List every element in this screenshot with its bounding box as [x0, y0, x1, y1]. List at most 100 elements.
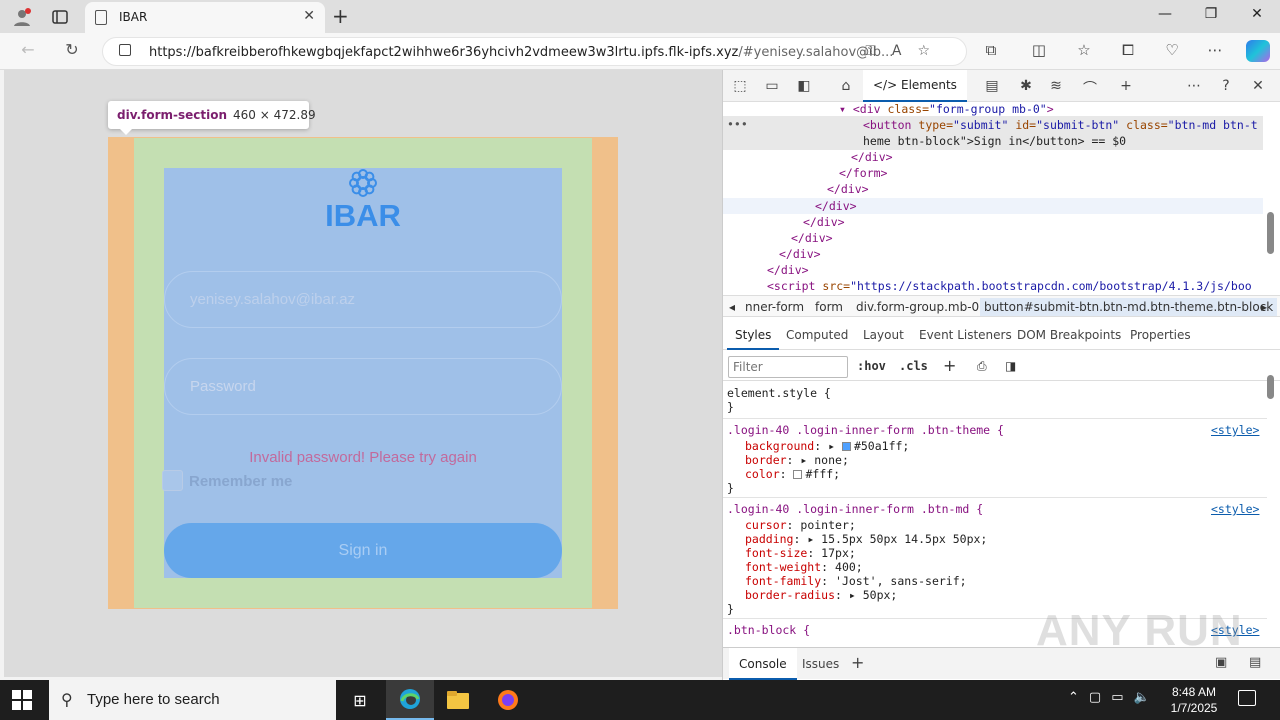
css-property[interactable]: cursor: pointer; [745, 518, 856, 532]
rule-selector[interactable]: .login-40 .login-inner-form .btn-theme { [727, 423, 1004, 437]
breadcrumb-scroll-left-icon[interactable]: ◂ [729, 300, 735, 314]
css-property[interactable]: padding: ▸ 15.5px 50px 14.5px 50px; [745, 532, 987, 546]
notification-icon[interactable] [1238, 690, 1256, 706]
edge-taskbar-icon[interactable] [386, 680, 434, 720]
copilot-icon[interactable] [1246, 40, 1270, 62]
css-property[interactable]: border: ▸ none; [745, 453, 849, 467]
breadcrumb-item[interactable]: form [815, 300, 843, 314]
css-property[interactable]: background: ▸ #50a1ff; [745, 439, 909, 453]
add-drawer-tab-icon[interactable]: + [851, 653, 864, 672]
help-icon[interactable]: ? [1215, 78, 1237, 94]
dom-line[interactable]: </div> [767, 262, 809, 278]
read-aloud-icon[interactable]: A [892, 43, 918, 59]
close-devtools-icon[interactable]: ✕ [1247, 78, 1269, 94]
tab-issues[interactable]: Issues [802, 657, 839, 671]
breadcrumb-scroll-right-icon[interactable]: ▸ [1261, 300, 1267, 314]
browser-tab[interactable]: IBAR ✕ [85, 2, 325, 33]
rule-selector[interactable]: .btn-block { [727, 623, 810, 637]
profile-icon[interactable] [10, 5, 34, 29]
password-field[interactable] [164, 358, 562, 415]
tab-actions-icon[interactable] [48, 5, 72, 29]
key-icon[interactable]: ⚿ [865, 43, 892, 59]
collections-icon[interactable]: ⧠ [1116, 41, 1140, 59]
rule-selector[interactable]: .login-40 .login-inner-form .btn-md { [727, 502, 983, 516]
back-icon[interactable]: ← [16, 40, 40, 59]
class-toggle-button[interactable]: .cls [899, 359, 928, 373]
remember-me-label[interactable]: Remember me [189, 473, 292, 490]
css-property[interactable]: font-family: 'Jost', sans-serif; [745, 574, 967, 588]
devtools-more-icon[interactable]: ⋯ [1183, 78, 1205, 94]
css-property[interactable]: border-radius: ▸ 50px; [745, 588, 897, 602]
dom-line[interactable]: </div> [791, 230, 833, 246]
task-view-icon[interactable]: ⊞ [336, 680, 384, 720]
css-property[interactable]: font-weight: 400; [745, 560, 863, 574]
console-error-icon[interactable]: ▤ [981, 78, 1003, 94]
tab-console[interactable]: Console [729, 648, 797, 680]
color-swatch-icon[interactable] [841, 442, 851, 451]
breadcrumb-item-active[interactable]: button#submit-btn.btn-md.btn-theme.btn-b… [980, 298, 1278, 316]
toggle-sidebar-icon[interactable]: ◨ [1005, 359, 1016, 373]
browser-essentials-icon[interactable]: ♡ [1160, 41, 1184, 59]
dock-side-icon[interactable]: ◧ [793, 78, 815, 94]
color-palette-icon[interactable]: ⎙ [977, 359, 987, 374]
performance-icon[interactable]: ⌒ [1079, 78, 1101, 98]
undock-drawer-icon[interactable]: ▤ [1249, 655, 1261, 670]
sign-in-button[interactable]: Sign in [164, 523, 562, 578]
more-menu-icon[interactable]: ⋯ [1203, 41, 1227, 59]
element-style-rule[interactable]: element.style { [727, 386, 831, 400]
dom-ellipsis[interactable]: ••• [727, 116, 748, 132]
tab-dom-breakpoints[interactable]: DOM Breakpoints [1017, 328, 1121, 342]
dom-line[interactable]: ▾ <div class="form-group mb-0"> [839, 102, 1054, 117]
windows-start-icon[interactable] [12, 690, 32, 710]
dom-line-selected[interactable]: <button type="submit" id="submit-btn" cl… [863, 117, 1258, 133]
dom-line[interactable]: </div> [815, 198, 857, 214]
extensions-icon[interactable]: ⧉ [979, 41, 1003, 59]
close-tab-icon[interactable]: ✕ [303, 8, 315, 24]
dom-scrollbar-thumb[interactable] [1267, 212, 1274, 254]
styles-scrollbar-thumb[interactable] [1267, 375, 1274, 399]
email-field[interactable] [164, 271, 562, 328]
inspect-element-icon[interactable]: ⬚ [729, 78, 751, 94]
restore-icon[interactable]: ❐ [1196, 6, 1226, 22]
refresh-icon[interactable]: ↻ [60, 40, 84, 59]
address-bar[interactable]: https://bafkreibberofhkewgbqjekfapct2wih… [102, 37, 967, 66]
taskbar-search[interactable]: ⚲ Type here to search [49, 680, 336, 720]
tab-layout[interactable]: Layout [863, 328, 904, 342]
color-swatch-icon[interactable] [793, 470, 803, 479]
favorites-icon[interactable]: ☆ [1072, 41, 1096, 59]
hover-state-button[interactable]: :hov [857, 359, 886, 373]
dock-drawer-icon[interactable]: ▣ [1215, 655, 1227, 670]
system-tray-icons[interactable]: ⌃▢▭🔈 [1068, 690, 1160, 705]
dom-line[interactable]: <script src="https://stackpath.bootstrap… [767, 278, 1252, 294]
firefox-icon[interactable] [484, 680, 532, 720]
welcome-home-icon[interactable]: ⌂ [835, 78, 857, 94]
more-tools-plus-icon[interactable]: + [1115, 78, 1137, 94]
tab-styles[interactable]: Styles [727, 322, 780, 350]
device-emulation-icon[interactable]: ▭ [761, 78, 783, 94]
minimize-icon[interactable]: — [1150, 6, 1180, 22]
sources-bug-icon[interactable]: ✱ [1015, 78, 1037, 94]
css-property[interactable]: font-size: 17px; [745, 546, 856, 560]
file-explorer-icon[interactable] [434, 680, 482, 720]
taskbar-clock[interactable]: 8:48 AM 1/7/2025 [1166, 684, 1222, 716]
dom-line[interactable]: </div> [803, 214, 845, 230]
tab-computed[interactable]: Computed [786, 328, 848, 342]
rule-source-link[interactable]: <style> [1211, 423, 1259, 437]
dom-line[interactable]: </form> [839, 165, 887, 181]
remember-me-checkbox[interactable] [162, 470, 183, 491]
breadcrumb-item[interactable]: div.form-group.mb-0 [856, 300, 979, 314]
css-property[interactable]: color: #fff; [745, 467, 840, 481]
rule-source-link[interactable]: <style> [1211, 502, 1259, 516]
tab-event-listeners[interactable]: Event Listeners [919, 328, 1012, 342]
styles-filter-input[interactable] [728, 356, 848, 378]
dom-line[interactable]: </div> [851, 149, 893, 165]
breadcrumb-item[interactable]: nner-form [745, 300, 804, 314]
dom-line-selected-cont[interactable]: heme btn-block">Sign in</button> == $0 [863, 133, 1126, 149]
favorite-star-icon[interactable]: ☆ [917, 43, 946, 59]
dom-line[interactable]: </div> [779, 246, 821, 262]
new-rule-plus-icon[interactable]: + [943, 356, 956, 375]
tab-properties[interactable]: Properties [1130, 328, 1191, 342]
split-screen-icon[interactable]: ◫ [1027, 41, 1051, 59]
new-tab-icon[interactable]: + [332, 4, 349, 28]
dom-line[interactable]: </div> [827, 181, 869, 197]
